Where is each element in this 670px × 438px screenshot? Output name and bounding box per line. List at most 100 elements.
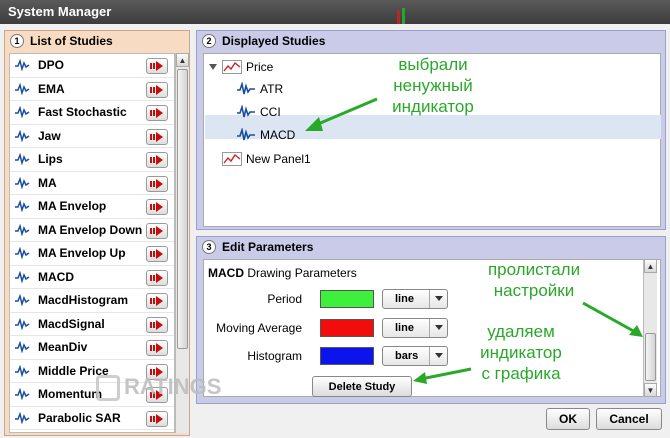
tree-node-atr[interactable]: ATR [236, 78, 283, 100]
indicator-wave-icon [15, 59, 30, 72]
annotation-line: настройки [493, 281, 575, 300]
add-study-button[interactable] [146, 152, 168, 168]
study-label: MacdHistogram [38, 293, 129, 308]
indicator-wave-icon [15, 364, 30, 377]
arrow-right-icon [150, 108, 163, 118]
add-study-button[interactable] [146, 269, 168, 286]
study-list-item[interactable]: EMA [10, 78, 174, 101]
study-list-item[interactable]: MA Envelop [10, 195, 174, 219]
indicator-wave-icon [237, 105, 255, 118]
expand-triangle-icon[interactable] [208, 62, 218, 72]
annotation-arrow-icon [582, 301, 643, 337]
annotation-arrow-icon [305, 97, 378, 131]
add-study-button[interactable] [146, 58, 168, 74]
chevron-down-icon[interactable] [429, 319, 447, 337]
indicator-wave-icon [15, 270, 30, 283]
study-label: Momentum [38, 387, 102, 402]
indicator-wave-icon [237, 128, 255, 141]
scroll-up-button[interactable]: ▲ [176, 53, 189, 67]
indicator-wave-icon [15, 341, 30, 354]
study-list-item[interactable]: MA Envelop Down [10, 219, 174, 242]
price-chart-icon [222, 60, 242, 74]
color-swatch-histogram[interactable] [320, 347, 374, 365]
annotation-line: удаляем [487, 322, 555, 341]
study-label: MeanDiv [38, 340, 88, 355]
step-number: 1 [10, 34, 24, 48]
param-label-period: Period [267, 292, 302, 306]
scroll-thumb[interactable] [177, 69, 188, 349]
indicator-wave-icon [15, 247, 30, 260]
indicator-wave-icon [15, 82, 30, 95]
study-list-item[interactable]: MA [10, 172, 174, 195]
style-select-histogram[interactable]: bars [382, 346, 448, 366]
add-study-button[interactable] [146, 175, 168, 192]
edit-parameters-title: Edit Parameters [222, 240, 314, 254]
watermark-text: RATINGS [124, 374, 222, 399]
displayed-studies-panel: 2 Displayed Studies Price ATR CCI MACD N… [196, 30, 666, 230]
study-list-item[interactable]: DPO [10, 54, 174, 78]
add-study-button[interactable] [146, 105, 168, 121]
background-chart-bar [402, 8, 405, 24]
annotation-delete-indicator: удаляем индикатор с графика [463, 321, 579, 384]
parameters-heading: MACD Drawing Parameters [208, 266, 357, 280]
indicator-wave-icon [15, 153, 30, 166]
heading-suffix: Drawing Parameters [247, 266, 357, 280]
color-swatch-period[interactable] [320, 290, 374, 308]
study-list-item[interactable]: MacdSignal [10, 313, 174, 336]
add-study-button[interactable] [146, 316, 168, 333]
study-list-item[interactable]: Fast Stochastic [10, 101, 174, 125]
studies-panel-header: 1 List of Studies [5, 31, 189, 51]
annotation-line: пролистали [487, 260, 581, 279]
indicator-wave-icon [15, 294, 30, 307]
style-select-period[interactable]: line [382, 289, 448, 309]
indicator-wave-icon [15, 176, 30, 189]
scroll-up-button[interactable]: ▲ [644, 259, 657, 273]
title-bar: System Manager [0, 0, 670, 24]
scroll-down-button[interactable]: ▼ [644, 383, 657, 397]
study-label: Jaw [38, 128, 61, 143]
annotation-scrolled-settings: пролистали настройки [479, 259, 589, 301]
tree-node-cci[interactable]: CCI [236, 101, 281, 123]
study-list-item[interactable]: Lips [10, 148, 174, 172]
tree-node-new-panel[interactable]: New Panel1 [222, 148, 311, 170]
study-label: MacdSignal [38, 316, 105, 331]
study-list-item[interactable]: MACD [10, 266, 174, 289]
annotation-line: с графика [481, 364, 561, 383]
select-value: bars [395, 350, 419, 362]
study-list-item[interactable]: MacdHistogram [10, 289, 174, 313]
study-list-item[interactable]: Jaw [10, 125, 174, 148]
step-number: 3 [202, 240, 216, 254]
add-study-button[interactable] [146, 410, 168, 427]
chevron-down-icon[interactable] [429, 290, 447, 308]
indicator-wave-icon [15, 223, 30, 236]
study-list-item[interactable]: MA Envelop Up [10, 242, 174, 266]
color-swatch-moving-average[interactable] [320, 319, 374, 337]
tree-node-macd[interactable]: MACD [236, 124, 295, 146]
arrow-right-icon [150, 202, 163, 212]
tree-node-label: New Panel1 [246, 152, 311, 166]
chevron-down-icon[interactable] [429, 347, 447, 365]
add-study-button[interactable] [146, 128, 168, 145]
add-study-button[interactable] [146, 340, 168, 356]
add-study-button[interactable] [146, 222, 168, 239]
delete-study-button[interactable]: Delete Study [312, 376, 412, 397]
ok-button[interactable]: OK [546, 408, 590, 430]
add-study-button[interactable] [146, 246, 168, 262]
window-title: System Manager [8, 4, 112, 19]
study-list-item[interactable]: Parabolic SAR [10, 407, 174, 430]
cancel-button[interactable]: Cancel [596, 408, 662, 430]
arrow-right-icon [150, 61, 163, 71]
annotation-arrow-icon [413, 367, 472, 384]
add-study-button[interactable] [146, 199, 168, 215]
select-value: line [395, 293, 414, 305]
add-study-button[interactable] [146, 293, 168, 309]
indicator-wave-icon [15, 317, 30, 330]
add-study-button[interactable] [146, 81, 168, 98]
displayed-studies-title: Displayed Studies [222, 34, 326, 48]
style-select-moving-average[interactable]: line [382, 318, 448, 338]
tree-node-price[interactable]: Price [208, 56, 273, 78]
study-list-item[interactable]: MeanDiv [10, 336, 174, 360]
param-label-histogram: Histogram [247, 349, 302, 363]
tree-node-label: ATR [260, 82, 284, 96]
indicator-wave-icon [15, 200, 30, 213]
